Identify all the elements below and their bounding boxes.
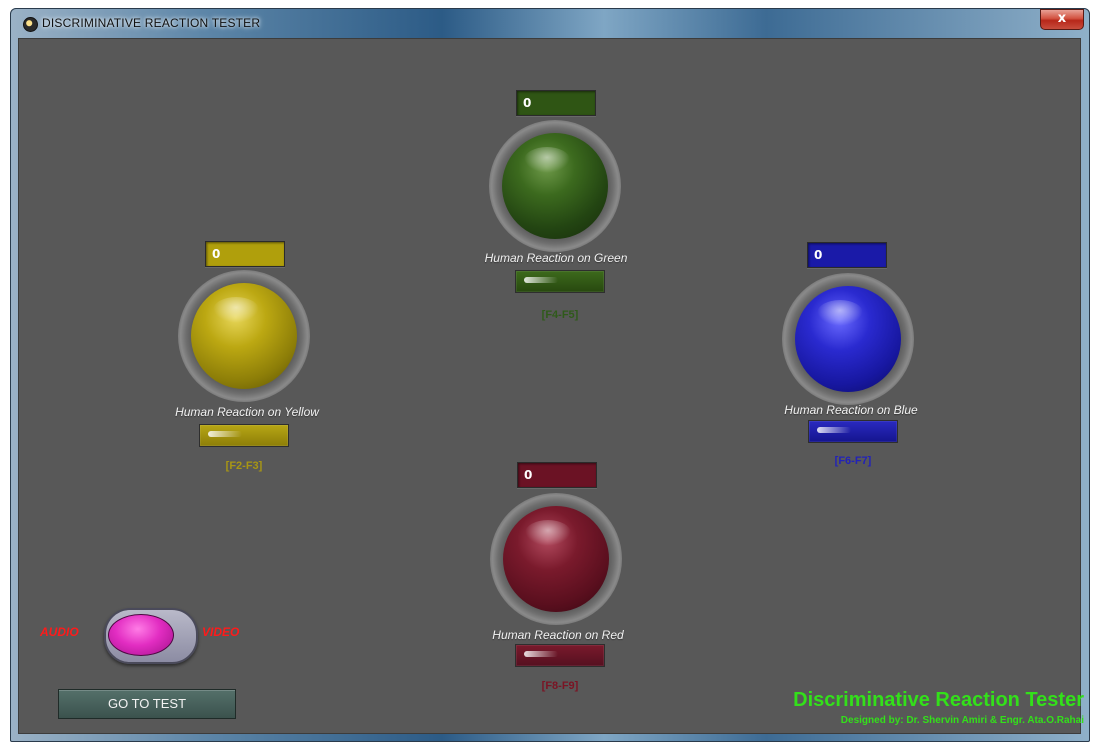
blue-light-icon	[795, 286, 901, 392]
yellow-led-housing	[178, 270, 310, 402]
red-key-label: [F8-F9]	[541, 680, 579, 692]
close-button[interactable]: x	[1040, 9, 1084, 30]
blue-key-label: [F6-F7]	[834, 455, 872, 467]
window-title: DISCRIMINATIVE REACTION TESTER	[42, 16, 261, 30]
yellow-count-indicator: 0	[205, 241, 285, 267]
green-key-label: [F4-F5]	[541, 309, 579, 321]
yellow-reaction-label: Human Reaction on Yellow	[175, 405, 319, 419]
yellow-light-icon	[191, 283, 297, 389]
red-count-indicator: 0	[517, 462, 597, 488]
audio-label: AUDIO	[40, 625, 79, 639]
green-count-indicator: 0	[516, 90, 596, 116]
green-led-housing	[489, 120, 621, 252]
title-bar[interactable]: DISCRIMINATIVE REACTION TESTER x	[10, 8, 1090, 38]
app-window: DISCRIMINATIVE REACTION TESTER x 0 Human…	[10, 8, 1090, 742]
audio-video-toggle[interactable]	[104, 608, 198, 664]
app-icon	[23, 17, 38, 32]
video-label: VIDEO	[202, 625, 240, 639]
go-to-test-button[interactable]: GO TO TEST	[58, 689, 236, 719]
green-light-icon	[502, 133, 608, 239]
red-key-button[interactable]	[515, 644, 605, 667]
red-light-icon	[503, 506, 609, 612]
blue-led-housing	[782, 273, 914, 405]
toggle-knob[interactable]	[108, 614, 174, 656]
brand-title: Discriminative Reaction Tester	[793, 689, 1084, 711]
red-reaction-label: Human Reaction on Red	[492, 628, 624, 642]
brand-credit: Designed by: Dr. Shervin Amiri & Engr. A…	[840, 715, 1084, 726]
yellow-key-label: [F2-F3]	[225, 460, 263, 472]
yellow-key-button[interactable]	[199, 424, 289, 447]
red-led-housing	[490, 493, 622, 625]
green-key-button[interactable]	[515, 270, 605, 293]
blue-count-indicator: 0	[807, 242, 887, 268]
blue-reaction-label: Human Reaction on Blue	[784, 403, 918, 417]
blue-key-button[interactable]	[808, 420, 898, 443]
green-reaction-label: Human Reaction on Green	[484, 251, 628, 265]
client-area: 0 Human Reaction on Green [F4-F5] 0 Huma…	[18, 38, 1084, 734]
